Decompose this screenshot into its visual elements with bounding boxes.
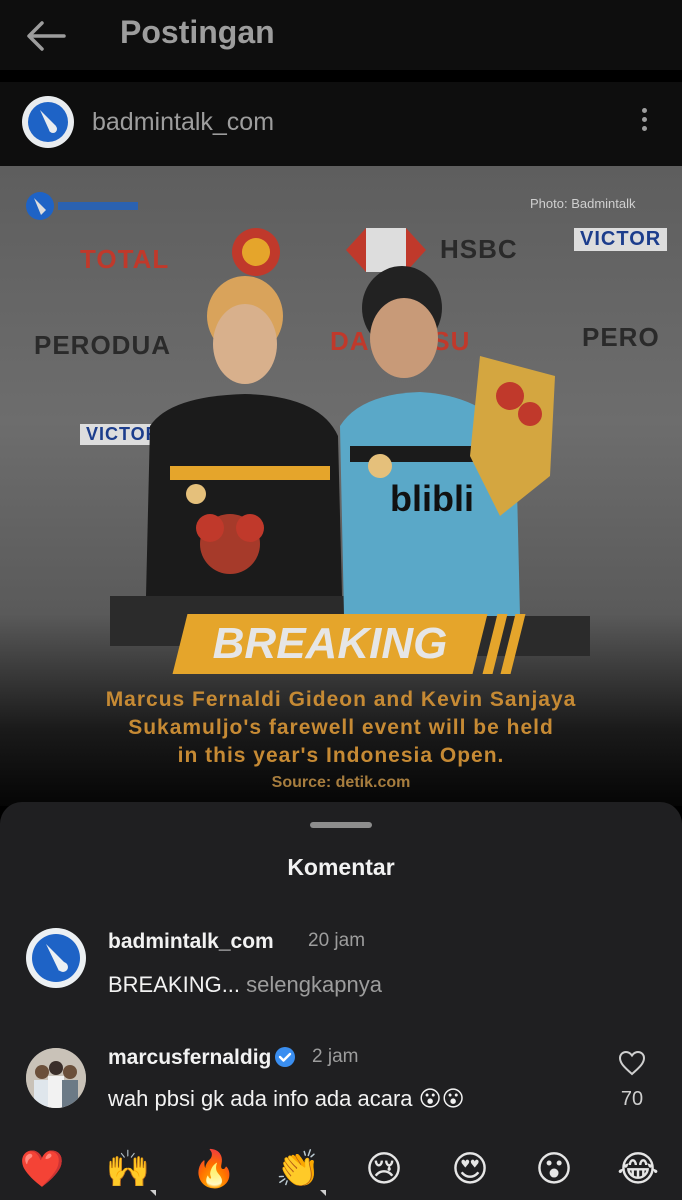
comment-username[interactable]: badmintalk_com — [108, 930, 274, 954]
player-right-photo: blibli — [330, 266, 590, 656]
app-bar: Postingan — [0, 0, 682, 70]
player-left-photo — [110, 276, 360, 646]
verified-badge-icon — [275, 1047, 295, 1067]
sponsor-logo: PERO — [582, 322, 660, 352]
heart-eyes-emoji[interactable]: 😍 — [446, 1146, 494, 1194]
laughing-tears-emoji[interactable]: 😂 — [614, 1146, 662, 1194]
comment-username[interactable]: marcusfernaldig — [108, 1046, 271, 1070]
avatar[interactable] — [26, 1048, 86, 1108]
post-source: Source: detik.com — [271, 774, 411, 791]
skin-tone-indicator — [150, 1190, 156, 1196]
sheet-title: Komentar — [287, 854, 395, 880]
more-options-button[interactable] — [632, 104, 656, 140]
like-count: 70 — [620, 1088, 644, 1110]
comments-sheet: Komentar badmintalk_com 20 jam BREAKING.… — [0, 802, 682, 1200]
raising-hands-emoji[interactable]: 🙌 — [104, 1146, 152, 1194]
arrow-left-icon — [27, 21, 66, 51]
breaking-banner: BREAKING — [172, 614, 488, 674]
drag-handle[interactable] — [310, 822, 372, 828]
shuttlecock-logo-icon — [32, 934, 80, 982]
sponsor-logo: VICTOR — [574, 228, 668, 251]
post-headline: Marcus Fernaldi Gideon and Kevin Sanjaya… — [105, 688, 577, 767]
comment-text: BREAKING... selengkapnya — [108, 972, 382, 997]
red-heart-emoji[interactable]: ❤️ — [18, 1146, 66, 1194]
comment-time: 20 jam — [308, 930, 366, 951]
shuttlecock-logo-icon — [28, 102, 68, 142]
quick-reaction-bar: ❤️ 🙌 🔥 👏 😢 😍 😮 😂 — [0, 1142, 682, 1200]
comment-text: wah pbsi gk ada info ada acara 😮😮 — [108, 1086, 465, 1111]
family-photo-icon — [26, 1048, 86, 1108]
avatar[interactable] — [26, 928, 86, 988]
photo-credit: Photo: Badmintalk — [530, 196, 636, 211]
post-author-row: badmintalk_com — [0, 82, 682, 166]
post-image[interactable]: Photo: Badmintalk TOTAL HSBC VICTOR PERO… — [0, 166, 682, 806]
see-more-link[interactable]: selengkapnya — [240, 972, 382, 997]
page-title: Postingan — [120, 14, 275, 50]
fire-emoji[interactable]: 🔥 — [190, 1146, 238, 1194]
crying-face-emoji[interactable]: 😢 — [360, 1146, 408, 1194]
heart-outline-icon[interactable] — [618, 1050, 646, 1076]
more-vertical-icon — [641, 108, 647, 113]
comment-time: 2 jam — [312, 1046, 359, 1067]
avatar[interactable] — [22, 96, 74, 148]
skin-tone-indicator — [320, 1190, 326, 1196]
surprised-face-emoji[interactable]: 😮 — [530, 1146, 578, 1194]
badmintalk-watermark-logo — [26, 192, 138, 220]
clapping-hands-emoji[interactable]: 👏 — [274, 1146, 322, 1194]
back-button[interactable] — [24, 18, 68, 54]
author-username[interactable]: badmintalk_com — [92, 108, 274, 137]
svg-text:blibli: blibli — [390, 478, 474, 519]
